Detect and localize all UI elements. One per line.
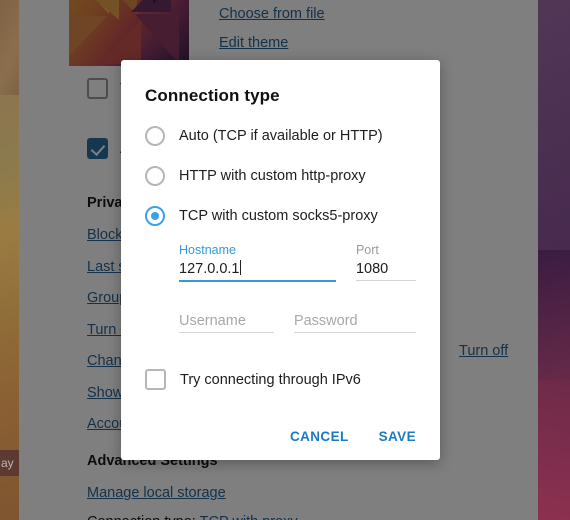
choose-from-file-link[interactable]: Choose from file <box>219 6 325 22</box>
connection-type-dialog: Connection type Auto (TCP if available o… <box>121 60 440 460</box>
hostname-value: 127.0.0.1 <box>179 261 240 277</box>
radio-icon <box>145 126 165 146</box>
wallpaper-left-strip: ay <box>0 0 19 520</box>
host-port-row: Hostname 127.0.0.1 Port 1080 <box>179 242 416 284</box>
password-field[interactable]: Password <box>293 310 416 335</box>
dialog-title: Connection type <box>145 86 280 105</box>
manage-local-storage-link[interactable]: Manage local storage <box>87 485 226 501</box>
radio-icon-selected <box>145 206 165 226</box>
hostname-input[interactable]: 127.0.0.1 <box>179 258 336 280</box>
cancel-button[interactable]: CANCEL <box>288 425 351 448</box>
wallpaper-right-strip <box>538 0 570 520</box>
ipv6-label: Try connecting through IPv6 <box>180 371 361 388</box>
username-underline <box>179 332 274 333</box>
thumb-facet-7 <box>135 14 179 64</box>
username-input[interactable]: Username <box>179 310 274 332</box>
wallpaper-right-facet-3 <box>538 380 570 520</box>
radio-option-label: Auto (TCP if available or HTTP) <box>179 128 383 144</box>
dialog-action-bar: CANCEL SAVE <box>288 425 418 448</box>
connection-type-row[interactable]: Connection type: TCP with proxy <box>87 514 298 520</box>
edit-theme-link[interactable]: Edit theme <box>219 35 288 51</box>
wallpaper-right-facet-2 <box>538 250 570 390</box>
radio-option-auto[interactable]: Auto (TCP if available or HTTP) <box>145 126 416 146</box>
hostname-label: Hostname <box>179 243 236 257</box>
desktop-background: ay Choose from file Edit theme Tile <box>0 0 570 520</box>
radio-icon <box>145 166 165 186</box>
theme-preview-thumbnail[interactable] <box>69 0 189 66</box>
hostname-underline <box>179 280 336 282</box>
radio-option-label: HTTP with custom http-proxy <box>179 168 366 184</box>
ipv6-checkbox-row[interactable]: Try connecting through IPv6 <box>145 369 416 390</box>
text-caret <box>240 260 242 275</box>
hostname-field[interactable]: Hostname 127.0.0.1 <box>179 242 336 284</box>
port-underline <box>355 280 416 281</box>
username-field[interactable]: Username <box>179 310 274 335</box>
save-button[interactable]: SAVE <box>377 425 418 448</box>
thumb-facet-8 <box>89 0 119 20</box>
proxy-fields-group: Hostname 127.0.0.1 Port 1080 Username Pa… <box>145 242 416 335</box>
radio-option-socks5-proxy[interactable]: TCP with custom socks5-proxy <box>145 206 416 226</box>
password-underline <box>293 332 416 333</box>
thumb-facet-4 <box>153 0 189 4</box>
wallpaper-right-facet-1 <box>538 0 570 260</box>
connection-type-value[interactable]: TCP with proxy <box>200 514 298 520</box>
turn-off-link[interactable]: Turn off <box>459 343 508 359</box>
connection-type-label: Connection type: <box>87 514 196 520</box>
radio-option-http-proxy[interactable]: HTTP with custom http-proxy <box>145 166 416 186</box>
checkbox-box-checked <box>87 138 108 159</box>
ipv6-checkbox[interactable] <box>145 369 166 390</box>
port-input[interactable]: 1080 <box>356 258 416 280</box>
corner-badge: ay <box>0 450 19 476</box>
radio-option-label: TCP with custom socks5-proxy <box>179 208 378 224</box>
password-input[interactable]: Password <box>294 310 416 332</box>
credentials-row: Username Password <box>179 310 416 335</box>
advanced-links-list: Manage local storage <box>87 485 226 516</box>
checkbox-box <box>87 78 108 99</box>
wallpaper-left-facet <box>0 0 19 95</box>
port-field[interactable]: Port 1080 <box>355 242 416 284</box>
port-label: Port <box>355 243 379 257</box>
